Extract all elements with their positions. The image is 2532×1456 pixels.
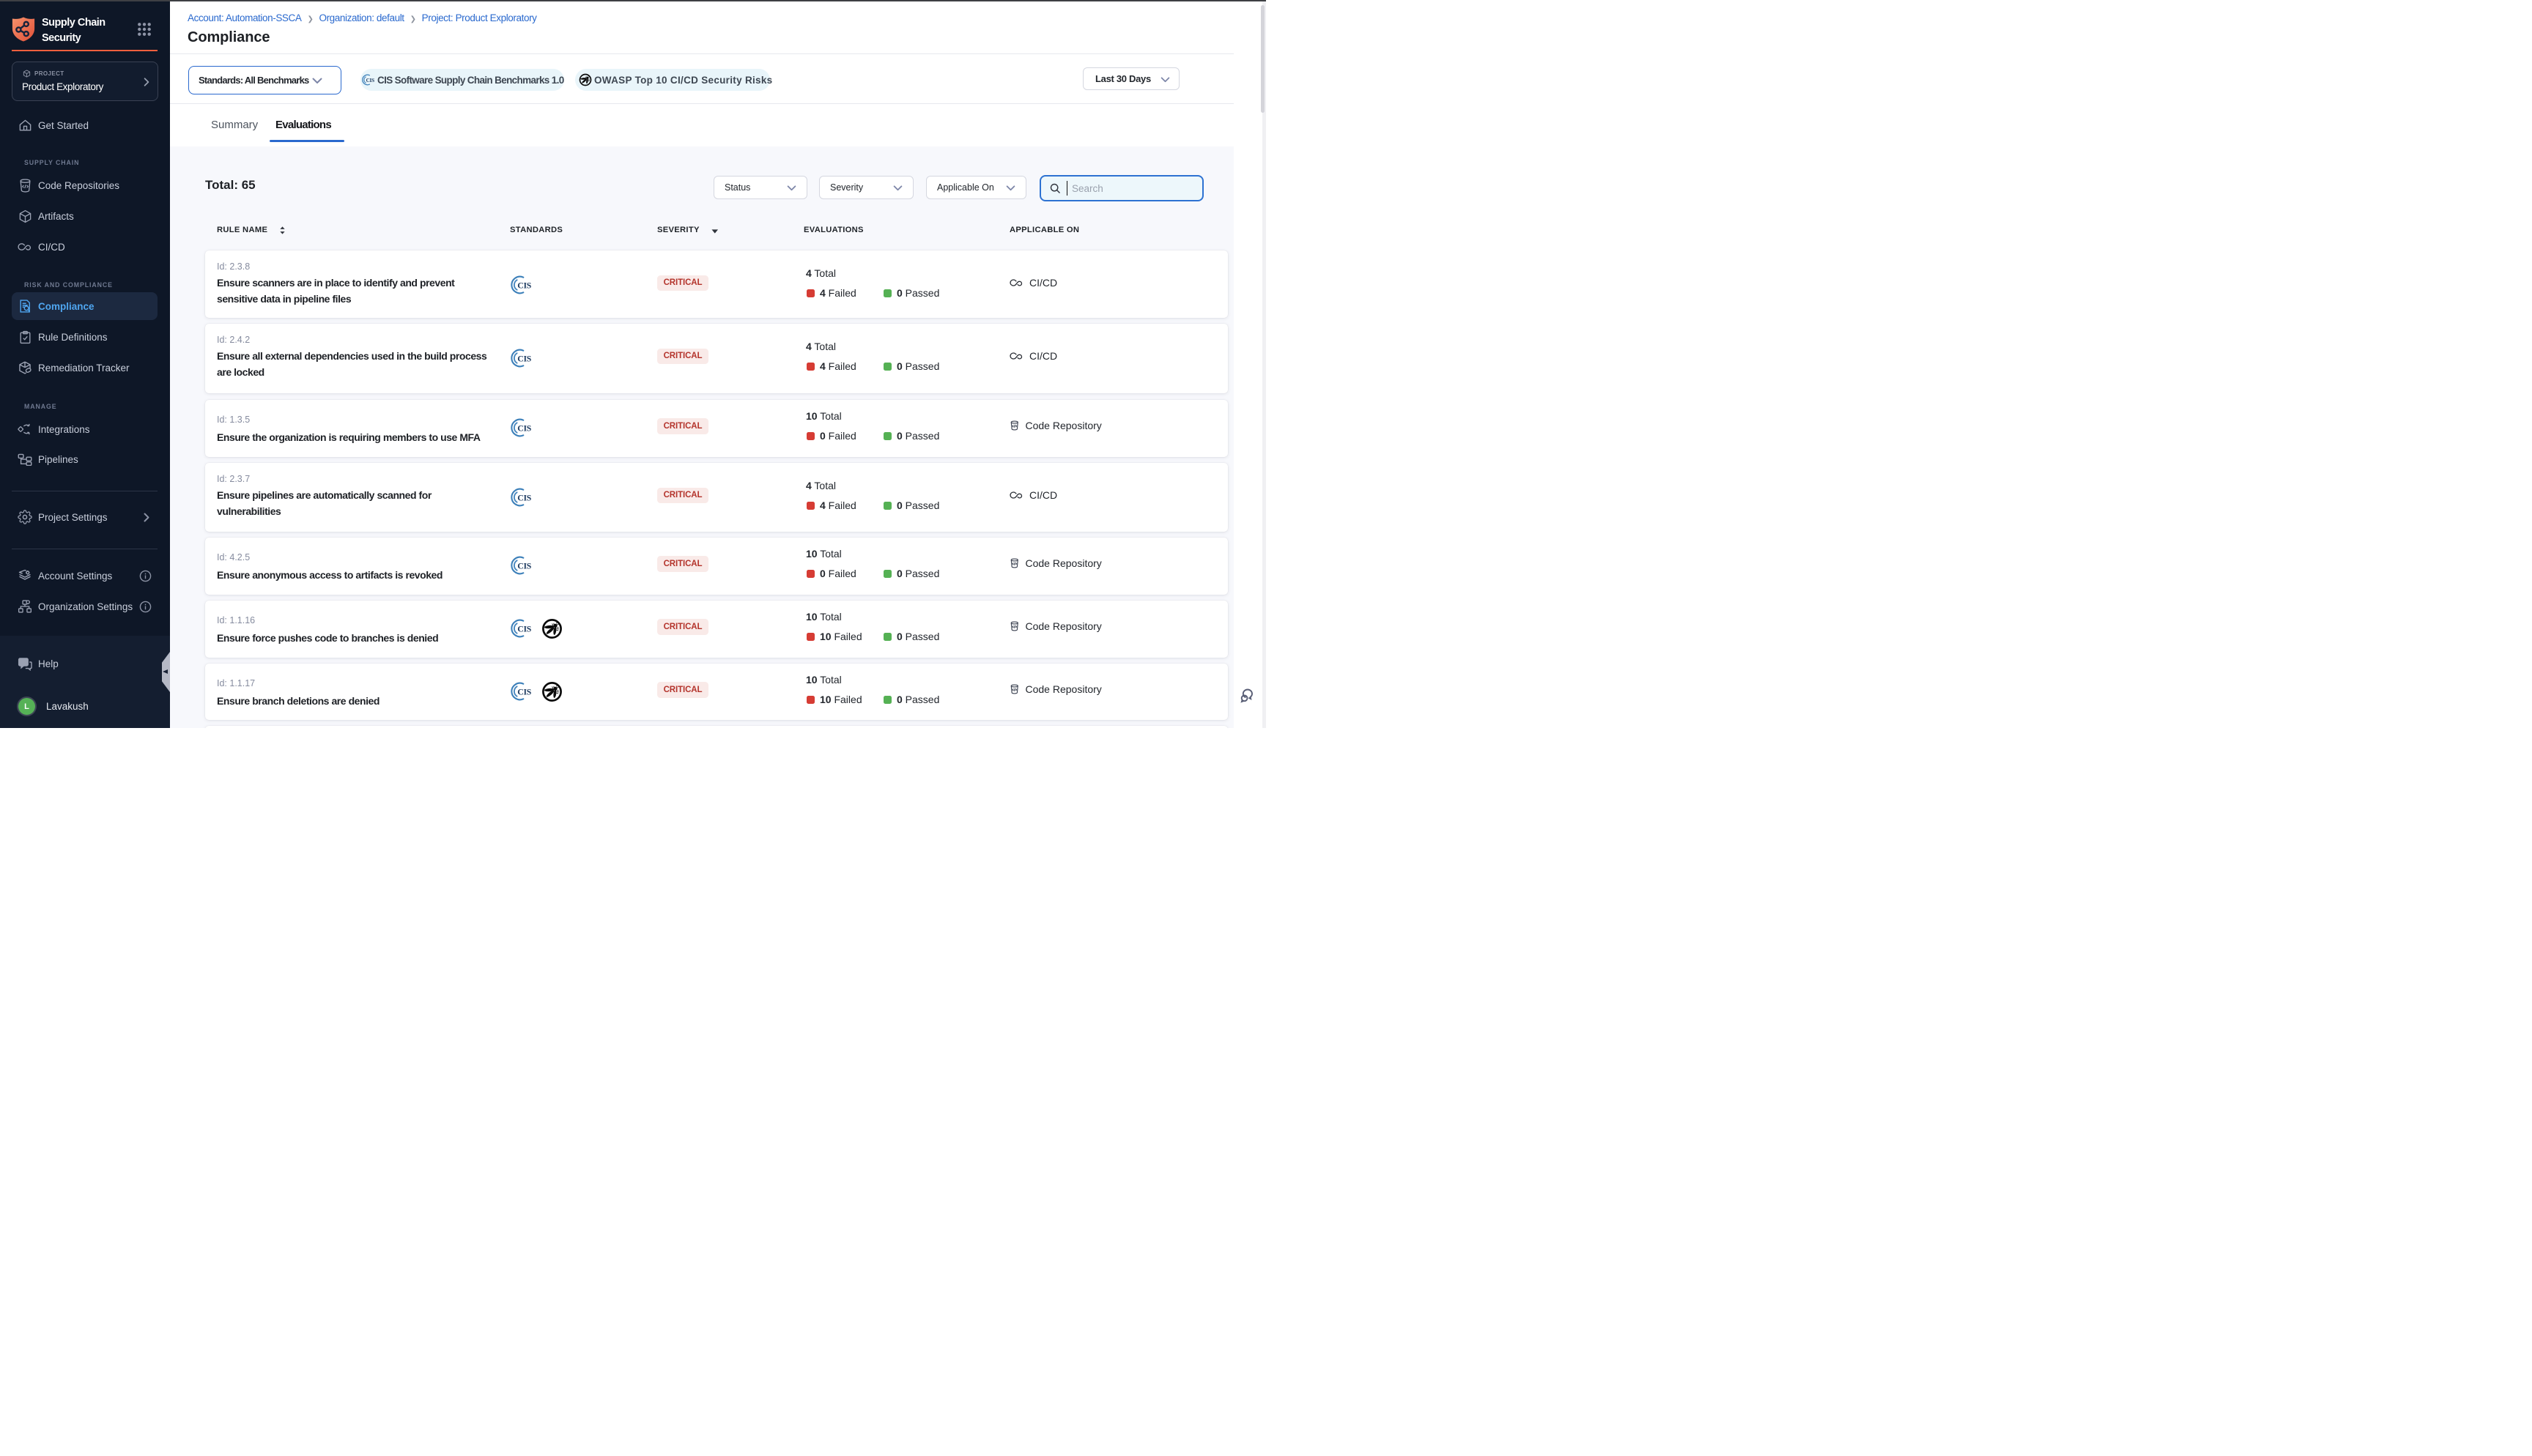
svg-text:CIS: CIS: [366, 78, 375, 83]
svg-text:CIS: CIS: [517, 561, 532, 571]
svg-text:CIS: CIS: [517, 423, 532, 434]
svg-text:CIS: CIS: [517, 493, 532, 503]
svg-text:CIS: CIS: [517, 281, 532, 291]
svg-text:CIS: CIS: [517, 687, 532, 697]
svg-text:CIS: CIS: [517, 624, 532, 634]
svg-text:CIS: CIS: [517, 354, 532, 364]
svg-text:?: ?: [21, 658, 24, 665]
